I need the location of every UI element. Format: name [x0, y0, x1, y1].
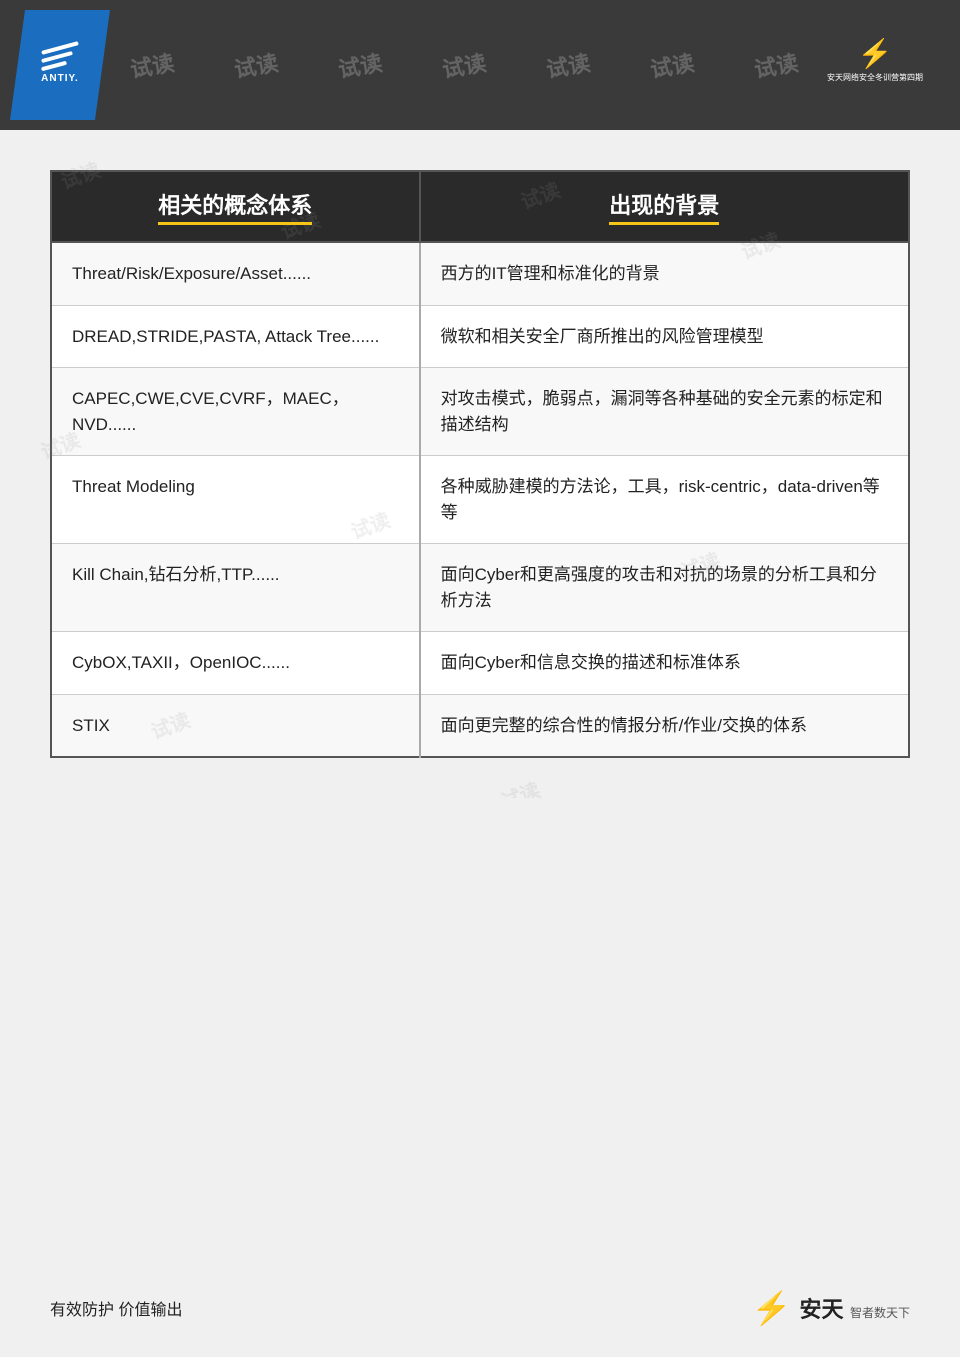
- header-watermark-3: 试读: [336, 45, 385, 84]
- table-row: Threat/Risk/Exposure/Asset......西方的IT管理和…: [51, 242, 909, 305]
- top-right-logo: ⚡ 安天网络安全冬训营第四期: [800, 10, 950, 110]
- body-wm-9: 试读: [496, 774, 544, 798]
- company-badge: ⚡ 安天网络安全冬训营第四期: [827, 37, 923, 83]
- footer-sub: 智者数天下: [850, 1306, 910, 1320]
- header-watermark-7: 试读: [752, 45, 801, 84]
- table-row: Threat Modeling各种威胁建模的方法论，工具，risk-centri…: [51, 456, 909, 544]
- footer-left-text: 有效防护 价值输出: [50, 1296, 182, 1320]
- table-cell-col2-5: 面向Cyber和信息交换的描述和标准体系: [420, 632, 909, 695]
- table-body: Threat/Risk/Exposure/Asset......西方的IT管理和…: [51, 242, 909, 757]
- footer-antiy: 安天: [800, 1297, 844, 1322]
- header-watermark-6: 试读: [648, 45, 697, 84]
- table-cell-col2-4: 面向Cyber和更高强度的攻击和对抗的场景的分析工具和分析方法: [420, 544, 909, 632]
- table-cell-col1-5: CybOX,TAXII，OpenIOC......: [51, 632, 420, 695]
- table-row: STIX面向更完整的综合性的情报分析/作业/交换的体系: [51, 694, 909, 757]
- table-cell-col1-2: CAPEC,CWE,CVE,CVRF，MAEC，NVD......: [51, 368, 420, 456]
- main-table: 相关的概念体系 出现的背景 Threat/Risk/Exposure/Asset…: [50, 170, 910, 758]
- table-cell-col2-1: 微软和相关安全厂商所推出的风险管理模型: [420, 305, 909, 368]
- badge-icon: ⚡: [858, 37, 893, 70]
- col2-header-text: 出现的背景: [609, 188, 719, 225]
- header-watermark-2: 试读: [232, 45, 281, 84]
- footer-logo-badge: ⚡ 安天 智者数天下: [752, 1289, 910, 1327]
- logo-line-1: [41, 41, 79, 55]
- col2-header: 出现的背景: [420, 171, 909, 242]
- table-cell-col1-0: Threat/Risk/Exposure/Asset......: [51, 242, 420, 305]
- footer-right: ⚡ 安天 智者数天下: [752, 1289, 910, 1327]
- header-watermark-1: 试读: [128, 45, 177, 84]
- logo-text: ANTIY.: [41, 73, 79, 84]
- table-cell-col1-4: Kill Chain,钻石分析,TTP......: [51, 544, 420, 632]
- table-cell-col1-1: DREAD,STRIDE,PASTA, Attack Tree......: [51, 305, 420, 368]
- header-watermark-5: 试读: [544, 45, 593, 84]
- table-cell-col2-2: 对攻击模式，脆弱点，漏洞等各种基础的安全元素的标定和描述结构: [420, 368, 909, 456]
- footer-logo-icon: ⚡: [752, 1289, 792, 1327]
- table-cell-col2-6: 面向更完整的综合性的情报分析/作业/交换的体系: [420, 694, 909, 757]
- table-row: Kill Chain,钻石分析,TTP......面向Cyber和更高强度的攻击…: [51, 544, 909, 632]
- table-cell-col1-6: STIX: [51, 694, 420, 757]
- logo: ANTIY.: [10, 10, 110, 120]
- col1-header: 相关的概念体系: [51, 171, 420, 242]
- table-row: DREAD,STRIDE,PASTA, Attack Tree......微软和…: [51, 305, 909, 368]
- footer: 有效防护 价值输出 ⚡ 安天 智者数天下: [0, 1289, 960, 1327]
- logo-lines: [41, 46, 79, 68]
- badge-text: 安天网络安全冬训营第四期: [827, 72, 923, 83]
- table-row: CAPEC,CWE,CVE,CVRF，MAEC，NVD......对攻击模式，脆…: [51, 368, 909, 456]
- col1-header-text: 相关的概念体系: [158, 188, 312, 225]
- main-content: 试读 试读 试读 试读 试读 试读 试读 试读 试读 试读 试读 试读 相关的概…: [0, 130, 960, 798]
- table-cell-col1-3: Threat Modeling: [51, 456, 420, 544]
- table-row: CybOX,TAXII，OpenIOC......面向Cyber和信息交换的描述…: [51, 632, 909, 695]
- table-cell-col2-0: 西方的IT管理和标准化的背景: [420, 242, 909, 305]
- header-watermark-4: 试读: [440, 45, 489, 84]
- header: ANTIY. 试读 试读 试读 试读 试读 试读 试读 ⚡ 安天网络安全冬训营第…: [0, 0, 960, 130]
- table-cell-col2-3: 各种威胁建模的方法论，工具，risk-centric，data-driven等等: [420, 456, 909, 544]
- table-header-row: 相关的概念体系 出现的背景: [51, 171, 909, 242]
- footer-company-name: 安天 智者数天下: [800, 1292, 910, 1324]
